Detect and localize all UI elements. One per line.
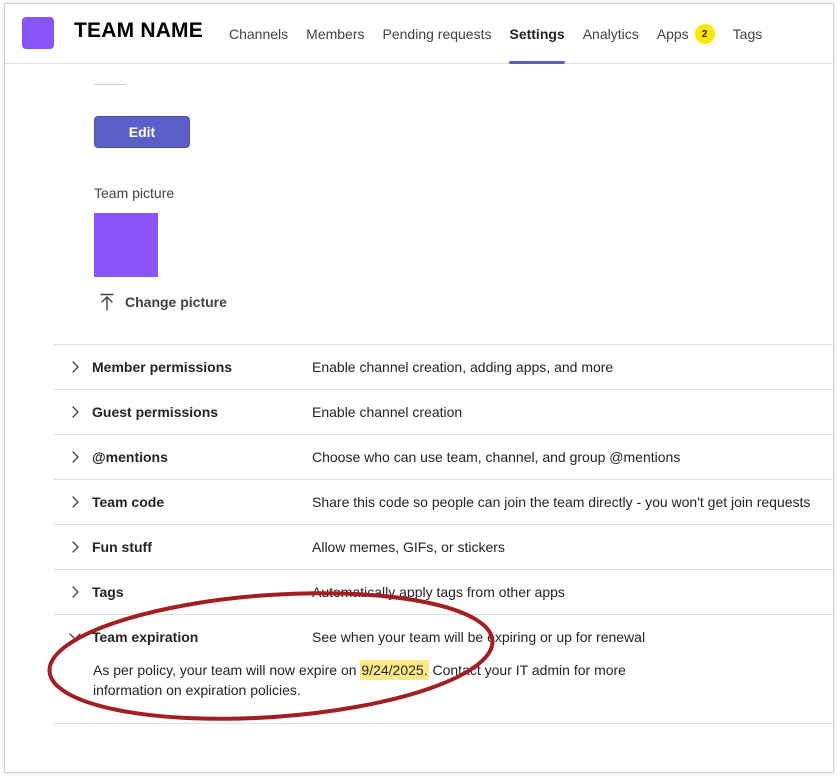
setting-guest-permissions[interactable]: Guest permissions Enable channel creatio…: [54, 390, 833, 435]
tab-label: Apps: [656, 26, 689, 42]
change-picture-label: Change picture: [125, 294, 227, 310]
tab-tags[interactable]: Tags: [733, 4, 763, 64]
chevron-right-icon: [72, 406, 79, 418]
team-picture-label: Team picture: [94, 185, 175, 201]
setting-description: Automatically apply tags from other apps: [312, 584, 565, 600]
setting-member-permissions[interactable]: Member permissions Enable channel creati…: [54, 345, 833, 390]
edit-button[interactable]: Edit: [94, 116, 190, 148]
chevron-right-icon: [72, 451, 79, 463]
setting-title: Fun stuff: [92, 539, 152, 555]
tab-apps[interactable]: Apps 2: [657, 4, 715, 64]
tab-label: Channels: [229, 26, 289, 42]
tab-label: Analytics: [582, 26, 639, 42]
setting-title: Team expiration: [92, 629, 199, 645]
chevron-right-icon: [72, 496, 79, 508]
team-picture: [94, 213, 158, 277]
expiration-text-before: As per policy, your team will now expire…: [93, 662, 361, 678]
setting-description: Enable channel creation, adding apps, an…: [312, 359, 614, 375]
expiration-details: As per policy, your team will now expire…: [93, 660, 653, 700]
apps-count-badge: 2: [694, 24, 715, 44]
setting-description: Share this code so people can join the t…: [312, 494, 811, 510]
chevron-right-icon: [72, 361, 79, 373]
tab-settings[interactable]: Settings: [509, 4, 565, 64]
setting-team-expiration[interactable]: Team expiration See when your team will …: [54, 615, 833, 724]
setting-description: Enable channel creation: [312, 404, 463, 420]
section-divider: [94, 84, 126, 85]
change-picture-button[interactable]: Change picture: [99, 293, 227, 311]
expiration-date: 9/24/2025.: [360, 660, 429, 680]
setting-tags[interactable]: Tags Automatically apply tags from other…: [54, 570, 833, 615]
setting-title: Member permissions: [92, 359, 233, 375]
chevron-down-icon: [69, 633, 81, 640]
setting-description: Allow memes, GIFs, or stickers: [312, 539, 505, 555]
setting-mentions[interactable]: @mentions Choose who can use team, chann…: [54, 435, 833, 480]
settings-list: Member permissions Enable channel creati…: [54, 344, 833, 724]
team-tabs: Channels Members Pending requests Settin…: [229, 4, 780, 64]
arrow-up-icon: [100, 293, 114, 311]
team-avatar: [22, 17, 54, 49]
setting-title: @mentions: [92, 449, 168, 465]
tab-label: Members: [306, 26, 365, 42]
setting-title: Guest permissions: [92, 404, 219, 420]
tab-members[interactable]: Members: [306, 4, 364, 64]
tab-analytics[interactable]: Analytics: [583, 4, 639, 64]
team-header: TEAM NAME Channels Members Pending reque…: [5, 4, 833, 64]
team-name: TEAM NAME: [74, 19, 203, 42]
tab-channels[interactable]: Channels: [229, 4, 288, 64]
setting-team-code[interactable]: Team code Share this code so people can …: [54, 480, 833, 525]
teams-settings-window: TEAM NAME Channels Members Pending reque…: [4, 3, 834, 773]
tab-label: Settings: [509, 26, 565, 42]
chevron-right-icon: [72, 586, 79, 598]
tab-label: Tags: [732, 26, 763, 42]
tab-pending-requests[interactable]: Pending requests: [383, 4, 492, 64]
setting-description: Choose who can use team, channel, and gr…: [312, 449, 681, 465]
setting-title: Team code: [92, 494, 165, 510]
setting-description: See when your team will be expiring or u…: [312, 629, 646, 645]
chevron-right-icon: [72, 541, 79, 553]
setting-fun-stuff[interactable]: Fun stuff Allow memes, GIFs, or stickers: [54, 525, 833, 570]
tab-label: Pending requests: [382, 26, 492, 42]
setting-title: Tags: [92, 584, 124, 600]
